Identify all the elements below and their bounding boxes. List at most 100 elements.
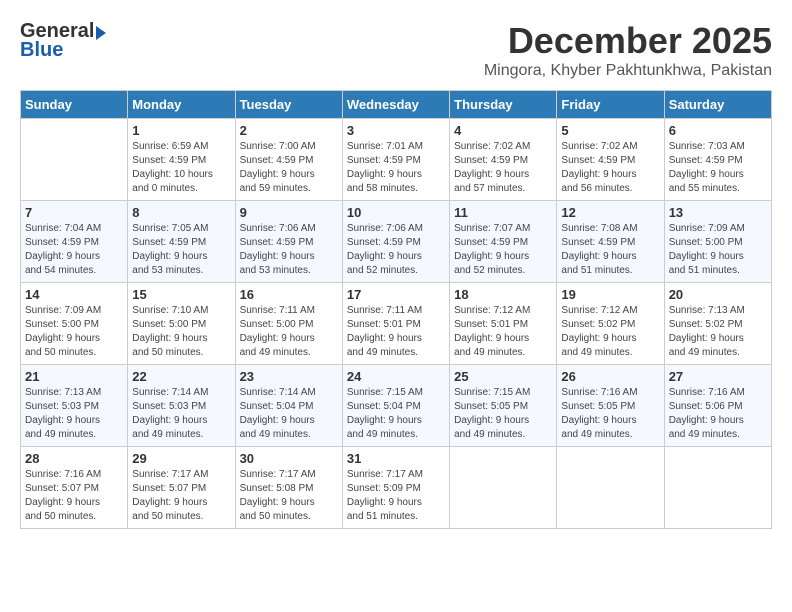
day-info: Sunrise: 7:02 AMSunset: 4:59 PMDaylight:… (561, 140, 659, 196)
day-info: Sunrise: 7:17 AMSunset: 5:07 PMDaylight:… (132, 468, 230, 524)
calendar-cell: 23 Sunrise: 7:14 AMSunset: 5:04 PMDayligh… (235, 365, 342, 447)
day-info: Sunrise: 7:11 AMSunset: 5:00 PMDaylight:… (240, 304, 338, 360)
day-number: 14 (25, 287, 123, 302)
day-info: Sunrise: 7:07 AMSunset: 4:59 PMDaylight:… (454, 222, 552, 278)
day-number: 25 (454, 369, 552, 384)
calendar-cell: 11 Sunrise: 7:07 AMSunset: 4:59 PMDayligh… (450, 201, 557, 283)
day-info: Sunrise: 7:14 AMSunset: 5:04 PMDaylight:… (240, 386, 338, 442)
day-number: 8 (132, 205, 230, 220)
day-info: Sunrise: 7:14 AMSunset: 5:03 PMDaylight:… (132, 386, 230, 442)
day-info: Sunrise: 7:05 AMSunset: 4:59 PMDaylight:… (132, 222, 230, 278)
weekday-header-wednesday: Wednesday (342, 91, 449, 119)
weekday-header-saturday: Saturday (664, 91, 771, 119)
logo-blue-text: Blue (20, 39, 63, 62)
calendar-cell: 21 Sunrise: 7:13 AMSunset: 5:03 PMDayligh… (21, 365, 128, 447)
calendar-table: SundayMondayTuesdayWednesdayThursdayFrid… (20, 90, 772, 529)
weekday-header-tuesday: Tuesday (235, 91, 342, 119)
calendar-cell: 10 Sunrise: 7:06 AMSunset: 4:59 PMDayligh… (342, 201, 449, 283)
weekday-header-row: SundayMondayTuesdayWednesdayThursdayFrid… (21, 91, 772, 119)
calendar-cell: 2 Sunrise: 7:00 AMSunset: 4:59 PMDaylight… (235, 119, 342, 201)
day-info: Sunrise: 7:02 AMSunset: 4:59 PMDaylight:… (454, 140, 552, 196)
day-info: Sunrise: 7:01 AMSunset: 4:59 PMDaylight:… (347, 140, 445, 196)
day-number: 10 (347, 205, 445, 220)
calendar-cell: 3 Sunrise: 7:01 AMSunset: 4:59 PMDaylight… (342, 119, 449, 201)
day-info: Sunrise: 7:08 AMSunset: 4:59 PMDaylight:… (561, 222, 659, 278)
day-number: 1 (132, 123, 230, 138)
day-number: 16 (240, 287, 338, 302)
day-info: Sunrise: 7:13 AMSunset: 5:02 PMDaylight:… (669, 304, 767, 360)
day-number: 2 (240, 123, 338, 138)
calendar-week-row: 1Sunrise: 6:59 AMSunset: 4:59 PMDaylight… (21, 119, 772, 201)
calendar-week-row: 21 Sunrise: 7:13 AMSunset: 5:03 PMDayligh… (21, 365, 772, 447)
calendar-cell: 27 Sunrise: 7:16 AMSunset: 5:06 PMDayligh… (664, 365, 771, 447)
day-number: 21 (25, 369, 123, 384)
day-info: Sunrise: 7:06 AMSunset: 4:59 PMDaylight:… (347, 222, 445, 278)
weekday-header-sunday: Sunday (21, 91, 128, 119)
day-info: Sunrise: 7:16 AMSunset: 5:05 PMDaylight:… (561, 386, 659, 442)
calendar-cell: 1Sunrise: 6:59 AMSunset: 4:59 PMDaylight… (128, 119, 235, 201)
day-info: Sunrise: 7:04 AMSunset: 4:59 PMDaylight:… (25, 222, 123, 278)
day-number: 15 (132, 287, 230, 302)
weekday-header-friday: Friday (557, 91, 664, 119)
calendar-cell: 6Sunrise: 7:03 AMSunset: 4:59 PMDaylight… (664, 119, 771, 201)
day-info: Sunrise: 7:17 AMSunset: 5:08 PMDaylight:… (240, 468, 338, 524)
day-number: 31 (347, 451, 445, 466)
calendar-cell: 31 Sunrise: 7:17 AMSunset: 5:09 PMDayligh… (342, 447, 449, 529)
day-number: 23 (240, 369, 338, 384)
day-number: 19 (561, 287, 659, 302)
day-number: 3 (347, 123, 445, 138)
calendar-cell: 25 Sunrise: 7:15 AMSunset: 5:05 PMDayligh… (450, 365, 557, 447)
day-info: Sunrise: 7:11 AMSunset: 5:01 PMDaylight:… (347, 304, 445, 360)
day-number: 27 (669, 369, 767, 384)
calendar-cell: 18 Sunrise: 7:12 AMSunset: 5:01 PMDayligh… (450, 283, 557, 365)
calendar-cell: 8 Sunrise: 7:05 AMSunset: 4:59 PMDaylight… (128, 201, 235, 283)
day-number: 6 (669, 123, 767, 138)
day-info: Sunrise: 7:12 AMSunset: 5:02 PMDaylight:… (561, 304, 659, 360)
calendar-week-row: 14Sunrise: 7:09 AMSunset: 5:00 PMDayligh… (21, 283, 772, 365)
calendar-cell: 9 Sunrise: 7:06 AMSunset: 4:59 PMDaylight… (235, 201, 342, 283)
calendar-cell: 29 Sunrise: 7:17 AMSunset: 5:07 PMDayligh… (128, 447, 235, 529)
day-info: Sunrise: 7:12 AMSunset: 5:01 PMDaylight:… (454, 304, 552, 360)
day-number: 24 (347, 369, 445, 384)
day-number: 30 (240, 451, 338, 466)
day-number: 5 (561, 123, 659, 138)
day-info: Sunrise: 7:17 AMSunset: 5:09 PMDaylight:… (347, 468, 445, 524)
calendar-cell: 12 Sunrise: 7:08 AMSunset: 4:59 PMDayligh… (557, 201, 664, 283)
calendar-cell: 28Sunrise: 7:16 AMSunset: 5:07 PMDayligh… (21, 447, 128, 529)
title-section: December 2025 Mingora, Khyber Pakhtunkhw… (484, 20, 772, 80)
day-info: Sunrise: 7:00 AMSunset: 4:59 PMDaylight:… (240, 140, 338, 196)
day-info: Sunrise: 7:16 AMSunset: 5:06 PMDaylight:… (669, 386, 767, 442)
calendar-cell: 17Sunrise: 7:11 AMSunset: 5:01 PMDayligh… (342, 283, 449, 365)
day-number: 4 (454, 123, 552, 138)
calendar-cell: 14Sunrise: 7:09 AMSunset: 5:00 PMDayligh… (21, 283, 128, 365)
day-number: 29 (132, 451, 230, 466)
day-info: Sunrise: 7:09 AMSunset: 5:00 PMDaylight:… (669, 222, 767, 278)
month-title: December 2025 (484, 20, 772, 62)
page-header: General Blue December 2025 Mingora, Khyb… (20, 20, 772, 80)
calendar-cell: 24Sunrise: 7:15 AMSunset: 5:04 PMDayligh… (342, 365, 449, 447)
calendar-cell: 20 Sunrise: 7:13 AMSunset: 5:02 PMDayligh… (664, 283, 771, 365)
calendar-week-row: 7 Sunrise: 7:04 AMSunset: 4:59 PMDaylight… (21, 201, 772, 283)
day-number: 22 (132, 369, 230, 384)
logo-arrow (96, 26, 106, 40)
day-number: 11 (454, 205, 552, 220)
day-number: 18 (454, 287, 552, 302)
calendar-cell (450, 447, 557, 529)
calendar-cell (557, 447, 664, 529)
day-info: Sunrise: 7:13 AMSunset: 5:03 PMDaylight:… (25, 386, 123, 442)
calendar-cell: 26 Sunrise: 7:16 AMSunset: 5:05 PMDayligh… (557, 365, 664, 447)
day-info: Sunrise: 7:15 AMSunset: 5:05 PMDaylight:… (454, 386, 552, 442)
day-number: 12 (561, 205, 659, 220)
day-number: 7 (25, 205, 123, 220)
location-title: Mingora, Khyber Pakhtunkhwa, Pakistan (484, 62, 772, 80)
day-number: 26 (561, 369, 659, 384)
day-number: 20 (669, 287, 767, 302)
calendar-cell: 30 Sunrise: 7:17 AMSunset: 5:08 PMDayligh… (235, 447, 342, 529)
day-info: Sunrise: 7:06 AMSunset: 4:59 PMDaylight:… (240, 222, 338, 278)
calendar-cell (664, 447, 771, 529)
calendar-cell: 15Sunrise: 7:10 AMSunset: 5:00 PMDayligh… (128, 283, 235, 365)
calendar-cell: 16 Sunrise: 7:11 AMSunset: 5:00 PMDayligh… (235, 283, 342, 365)
day-number: 9 (240, 205, 338, 220)
calendar-cell (21, 119, 128, 201)
calendar-cell: 7 Sunrise: 7:04 AMSunset: 4:59 PMDaylight… (21, 201, 128, 283)
